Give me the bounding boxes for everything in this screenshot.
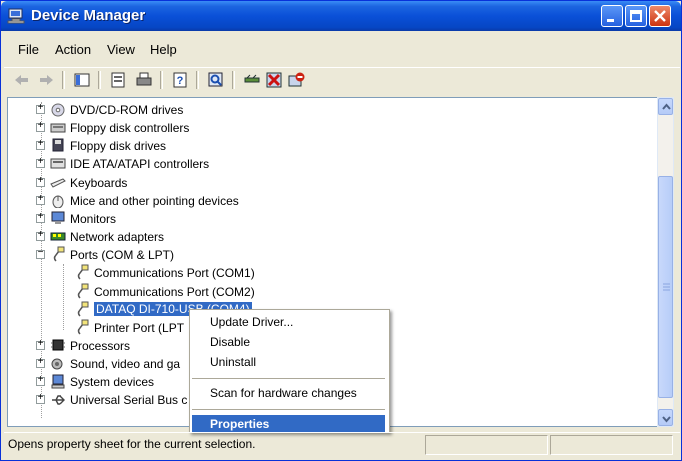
expand-icon[interactable]: + <box>36 338 45 350</box>
tree-node-label: Floppy disk drives <box>70 139 167 154</box>
status-bar: Opens property sheet for the current sel… <box>4 432 680 457</box>
expand-icon[interactable]: + <box>36 393 45 405</box>
tree-node-label: Communications Port (COM2) <box>94 284 255 299</box>
tree-node-label: Processors <box>70 338 131 353</box>
menu-action[interactable]: Action <box>55 42 91 57</box>
disable-icon[interactable] <box>286 70 306 90</box>
tree-node-label: Communications Port (COM1) <box>94 266 255 281</box>
cdrom-icon <box>51 103 65 117</box>
scroll-up-icon <box>662 103 671 110</box>
title-bar[interactable]: Device Manager <box>1 1 681 31</box>
toolbar: ? <box>4 67 680 94</box>
scroll-thumb[interactable] <box>658 176 673 398</box>
status-text: Opens property sheet for the current sel… <box>8 437 256 451</box>
expand-icon[interactable]: + <box>36 121 45 133</box>
close-button[interactable] <box>649 5 671 27</box>
port-icon <box>77 301 89 317</box>
tree-node-label: Floppy disk controllers <box>70 121 190 136</box>
tree-node-label: IDE ATA/ATAPI controllers <box>70 157 210 172</box>
menu-separator <box>192 378 385 379</box>
ide-controller-icon <box>50 158 66 169</box>
scroll-down-button[interactable] <box>658 409 673 426</box>
tree-node-label: System devices <box>70 375 155 390</box>
expand-icon[interactable]: + <box>36 103 45 114</box>
scroll-up-button[interactable] <box>658 98 673 115</box>
expand-icon[interactable]: + <box>36 139 45 151</box>
scan-hardware-icon[interactable] <box>206 70 226 90</box>
mouse-icon <box>52 195 64 208</box>
context-menu-label: Properties <box>210 417 270 431</box>
menu-help[interactable]: Help <box>150 42 177 57</box>
context-menu-update-driver[interactable]: Update Driver... <box>192 313 385 331</box>
scroll-down-icon <box>662 416 671 423</box>
context-menu-label: Update Driver... <box>210 315 294 329</box>
grip-icon <box>663 283 670 291</box>
close-icon <box>654 10 666 22</box>
menu-view[interactable]: View <box>107 42 135 57</box>
vertical-scrollbar[interactable] <box>657 97 674 427</box>
monitor-icon <box>51 211 65 224</box>
tree-node-label: Sound, video and ga <box>70 357 181 372</box>
show-hide-tree-icon[interactable] <box>72 70 92 90</box>
help-icon[interactable]: ? <box>170 70 190 90</box>
tree-node-label: Ports (COM & LPT) <box>70 248 175 263</box>
maximize-button[interactable] <box>625 5 647 27</box>
context-menu-label: Uninstall <box>210 355 257 369</box>
menu-file[interactable]: File <box>18 42 39 57</box>
context-menu-properties[interactable]: Properties <box>192 415 385 433</box>
tree-node-label: DVD/CD-ROM drives <box>70 103 184 117</box>
expand-icon[interactable]: + <box>36 175 45 187</box>
context-menu: Update Driver... Disable Uninstall Scan for… <box>189 309 390 433</box>
sound-icon <box>51 358 63 370</box>
status-pane <box>425 435 548 455</box>
svg-text:?: ? <box>177 75 184 87</box>
context-menu-uninstall[interactable]: Uninstall <box>192 353 385 371</box>
print-icon[interactable] <box>134 70 154 90</box>
tree-node-label: Printer Port (LPT <box>94 320 185 335</box>
expand-icon[interactable]: + <box>36 157 45 169</box>
menu-separator <box>192 409 385 410</box>
tree-node-label: Mice and other pointing devices <box>70 193 239 208</box>
expand-icon[interactable]: + <box>36 375 45 387</box>
keyboard-icon <box>50 178 66 188</box>
maximize-icon <box>630 10 642 22</box>
properties-icon[interactable] <box>108 70 128 90</box>
port-icon <box>53 246 65 262</box>
network-adapter-icon <box>50 232 66 241</box>
minimize-button[interactable] <box>601 5 623 27</box>
expand-icon[interactable]: + <box>36 230 45 242</box>
context-menu-label: Scan for hardware changes <box>210 386 357 400</box>
system-devices-icon <box>51 374 65 389</box>
tree-node-label: Monitors <box>70 211 117 226</box>
port-icon <box>77 283 89 299</box>
back-icon[interactable] <box>12 70 32 90</box>
status-pane <box>550 435 673 455</box>
tree-node-label: Network adapters <box>70 230 165 245</box>
port-icon <box>77 319 89 335</box>
expand-icon[interactable]: + <box>36 211 45 223</box>
update-driver-icon[interactable] <box>242 70 262 90</box>
forward-icon[interactable] <box>36 70 56 90</box>
device-manager-window: Device Manager File Action View Help ? +… <box>0 0 682 461</box>
expand-icon[interactable]: + <box>36 193 45 205</box>
minimize-icon <box>607 19 614 22</box>
window-title: Device Manager <box>31 7 146 24</box>
context-menu-label: Disable <box>210 335 251 349</box>
computer-icon <box>7 8 25 24</box>
port-icon <box>77 264 89 280</box>
usb-icon <box>52 395 65 406</box>
tree-node-label: Keyboards <box>70 175 128 190</box>
context-menu-scan-hardware-changes[interactable]: Scan for hardware changes <box>192 384 385 402</box>
tree-connector <box>63 264 64 330</box>
floppy-icon <box>52 138 64 152</box>
disk-controller-icon <box>50 123 66 133</box>
uninstall-icon[interactable] <box>264 70 284 90</box>
collapse-icon[interactable]: − <box>36 248 45 260</box>
expand-icon[interactable]: + <box>36 357 45 369</box>
processor-icon <box>51 339 65 351</box>
tree-node-label: Universal Serial Bus c <box>70 393 188 408</box>
context-menu-disable[interactable]: Disable <box>192 333 385 351</box>
